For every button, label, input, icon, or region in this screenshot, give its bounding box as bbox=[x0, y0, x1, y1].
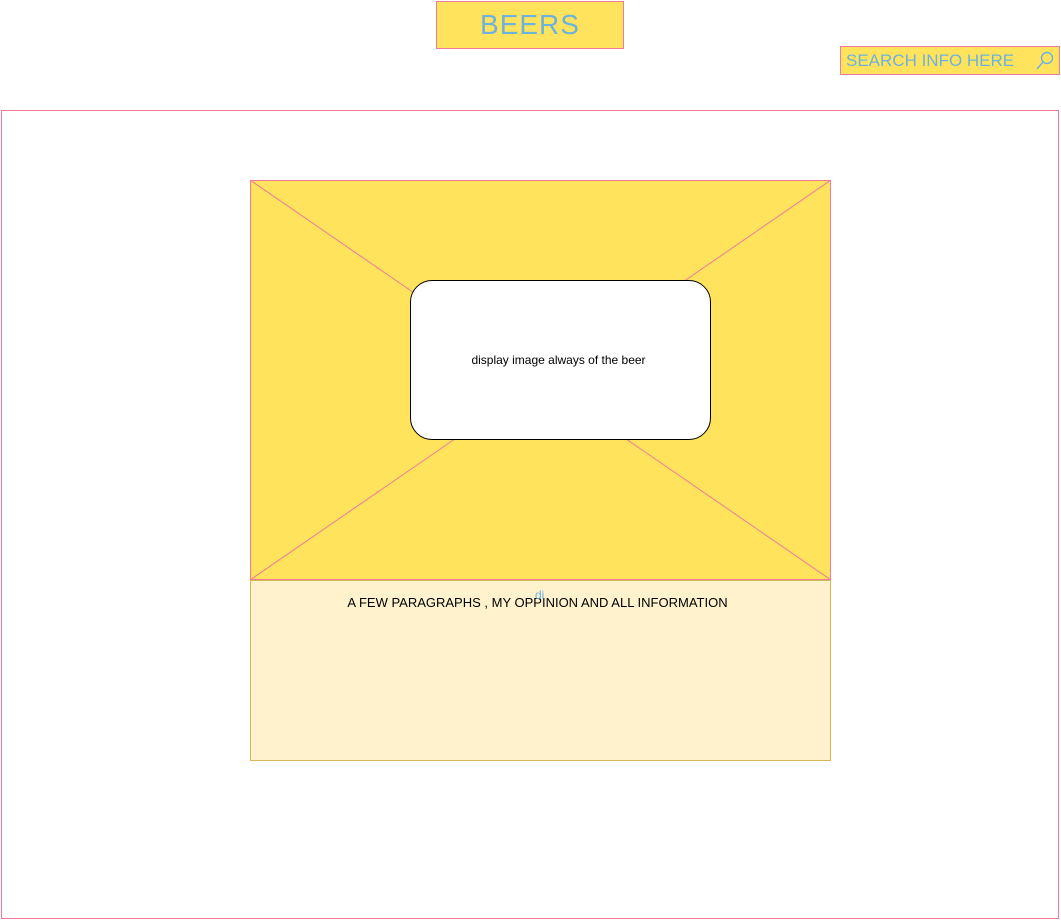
search-box[interactable]: SEARCH INFO HERE bbox=[840, 46, 1060, 75]
page: BEERS SEARCH INFO HERE display image alw… bbox=[0, 0, 1061, 921]
search-icon[interactable] bbox=[1034, 50, 1056, 72]
search-input[interactable]: SEARCH INFO HERE bbox=[846, 51, 1034, 71]
beer-image-caption: display image always of the beer bbox=[471, 353, 646, 367]
beer-image-box: display image always of the beer bbox=[410, 280, 711, 440]
page-title: BEERS bbox=[480, 9, 580, 40]
info-text-area: A FEW PARAGRAPHS , MY OPPINION AND ALL I… bbox=[250, 580, 831, 761]
text-cursor-label: di bbox=[535, 588, 545, 602]
title-banner: BEERS bbox=[436, 1, 624, 49]
